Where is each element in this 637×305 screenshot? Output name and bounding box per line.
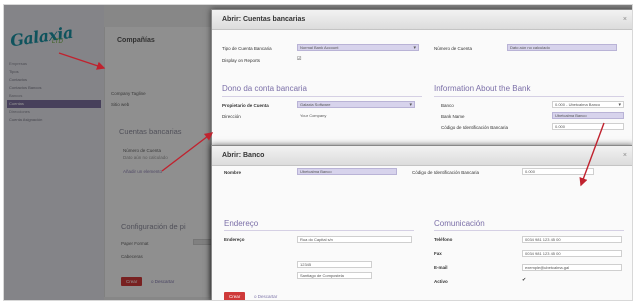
active-checkbox[interactable]: ✔ [522,277,526,283]
phone-input[interactable]: 0034 981 123 45 00 [522,236,622,243]
communication-section: Comunicación [434,219,485,228]
communication-divider [434,230,624,231]
bank-name-input[interactable]: Ubetcalma Banco [297,168,397,175]
bank-bic-input[interactable]: 0.000 [522,168,594,175]
app-window: Galaxia LTD Empresas Tipos Contactos Con… [3,4,633,301]
display-on-reports-checkbox[interactable]: ☑ [297,56,301,62]
close-icon[interactable]: × [623,10,627,30]
address-divider [224,230,414,231]
bank-bic-input[interactable]: 0.000 [552,123,624,130]
bank-label: Banco [441,103,454,108]
email-input[interactable]: exemple@ubetcalma.gal [522,264,622,271]
account-type-label: Tipo de Cuenta Bancaria [222,46,272,51]
bank-info-section: Information About the Bank [434,84,531,93]
display-on-reports-label: Display on Reports [222,58,261,63]
account-type-select[interactable]: Normal Bank Account [297,44,419,51]
bank-bic-label: Código de Identificación Bancaria [441,125,509,130]
bank-dialog-title: Abrir: Banco [222,152,265,159]
owner-address-label: Dirección [222,114,241,119]
account-owner-divider [222,96,422,97]
fax-input[interactable]: 0034 981 123 45 00 [522,250,622,257]
zip-input[interactable]: 12345 [297,261,372,268]
address-label: Endereço [224,237,245,242]
city-input[interactable]: Santiago de Compostela [297,272,372,279]
bank-bic-label: Código de Identificación Bancaria [412,170,480,175]
bank-dialog: Abrir: Banco × Nombre Ubetcalma Banco Có… [211,145,632,300]
bank-name-input[interactable]: Ubetcalma Banco [552,112,624,119]
close-icon[interactable]: × [623,146,627,166]
account-number-input[interactable]: Dato aún no calculado [507,44,617,51]
street-input[interactable]: Rua do Capital s/n [297,236,412,243]
fax-label: Fax [434,251,442,256]
bank-account-dialog-title: Abrir: Cuentas bancarias [222,16,306,23]
discard-link[interactable]: o Descartar [254,294,277,299]
phone-label: Teléfono [434,237,453,242]
owner-address-value[interactable]: Your Company [297,112,415,119]
create-button[interactable]: Crear [224,292,246,300]
bank-name-label: Nombre [224,170,242,175]
address-section: Endereço [224,219,259,228]
account-owner-section: Dono da conta bancaria [222,84,307,93]
bank-dialog-header: Abrir: Banco × [212,146,632,166]
bank-name-label: Bank Name [441,114,465,119]
account-number-label: Número de Cuenta [434,46,473,51]
bank-account-dialog-header: Abrir: Cuentas bancarias × [212,10,632,30]
active-label: Activo [434,279,448,284]
bank-info-divider [434,96,624,97]
owner-label: Propietario de Cuenta [222,103,269,108]
bank-select[interactable]: 0.000 - Ubetcalma Banco [552,101,624,108]
owner-select[interactable]: Galaxia Software [297,101,415,108]
email-label: E-mail [434,265,448,270]
